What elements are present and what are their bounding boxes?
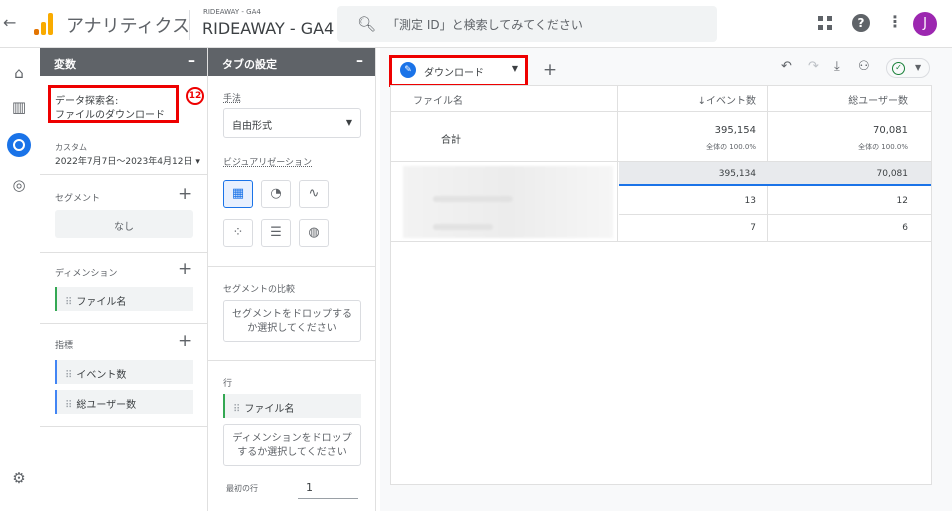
reports-icon[interactable]: ▥ [10,98,28,116]
dimension-chip-file-name[interactable]: ファイル名 [55,287,193,311]
variables-header: 変数 – [40,48,207,76]
settings-gear-icon[interactable]: ⚙ [10,469,28,487]
home-icon[interactable]: ⌂ [10,64,28,82]
segment-compare-label: セグメントの比較 [223,285,296,295]
date-type-label: カスタム [55,143,87,152]
table-row-cell: 6 [902,223,908,233]
dimensions-label: ディメンション [55,269,118,279]
collapse-tab-settings-button[interactable]: – [356,53,363,69]
caret-down-icon: ▾ [195,157,200,167]
technique-value: 自由形式 [232,121,272,132]
rows-label: 行 [223,379,233,389]
viz-scatter-icon[interactable]: ⁘ [223,219,253,247]
divider [208,266,376,267]
segments-empty: なし [55,210,193,238]
technique-select[interactable]: 自由形式 ▼ [223,108,361,138]
table-row-cell: 7 [750,223,756,233]
date-range-picker[interactable]: 2022年7月7日～2023年4月12日 ▾ [55,154,200,167]
download-icon[interactable]: ⤓ [834,59,840,74]
column-header-file-name[interactable]: ファイル名 [413,92,463,107]
divider [619,214,931,215]
table-row-cell: 395,134 [718,169,756,179]
divider [298,498,358,499]
total-events: 395,154 [714,125,756,136]
avatar[interactable]: J [913,12,937,36]
divider [617,86,618,242]
viz-table-icon[interactable]: ▦ [223,180,253,208]
variables-title: 変数 [54,58,76,71]
check-circle-icon: ✓ [892,62,905,75]
add-metric-button[interactable]: + [178,331,192,351]
visualization-label: ビジュアリゼーション [223,158,313,168]
divider [40,323,208,324]
advertising-icon[interactable]: ◎ [10,176,28,194]
redo-icon[interactable]: ↷ [808,59,819,74]
divider [40,174,208,175]
viz-line-icon[interactable]: ∿ [299,180,329,208]
highlight-exploration-name [48,85,179,123]
status-check-dropdown[interactable]: ✓ ▼ [886,58,930,78]
segments-label: セグメント [55,194,101,204]
total-users: 70,081 [873,125,908,136]
total-events-pct: 全体の 100.0% [706,143,756,151]
back-arrow-icon[interactable]: ← [3,13,16,32]
divider [40,252,208,253]
metric-chip-event-count[interactable]: イベント数 [55,360,193,384]
tab-settings-title: タブの設定 [222,58,277,71]
property-name[interactable]: RIDEAWAY - GA4 [202,19,334,38]
undo-icon[interactable]: ↶ [781,59,792,74]
add-dimension-button[interactable]: + [178,259,192,279]
explore-icon[interactable] [7,133,31,157]
caret-down-icon: ▼ [915,63,922,72]
total-users-pct: 全体の 100.0% [858,143,908,151]
share-user-icon[interactable]: ⚇ [858,59,870,74]
divider [189,10,190,40]
first-row-label: 最初の行 [226,484,258,493]
top-bar: ← アナリティクス RIDEAWAY - GA4 RIDEAWAY - GA4 … [0,0,952,48]
metrics-label: 指標 [55,341,74,351]
total-label: 合計 [441,135,461,146]
help-icon[interactable]: ? [852,14,870,32]
viz-donut-icon[interactable]: ◔ [261,180,291,208]
table-row-cell: 12 [896,196,908,206]
collapse-variables-button[interactable]: – [188,53,195,69]
add-tab-button[interactable]: + [536,58,564,84]
dimension-drop-zone[interactable]: ディメンションをドロップするか選択してください [223,424,361,466]
row-chip-file-name[interactable]: ファイル名 [223,394,361,418]
column-header-event-count[interactable]: ↓イベント数 [690,92,756,107]
step-badge: 12 [186,87,204,105]
divider [391,111,931,112]
left-nav: ⌂ ▥ ◎ ⚙ [0,48,40,511]
search-input[interactable]: 「測定 ID」と検索してみてください [387,16,583,33]
add-segment-button[interactable]: + [178,184,192,204]
viz-geo-icon[interactable]: ◍ [299,219,329,247]
viz-bar-icon[interactable]: ☰ [261,219,291,247]
caret-down-icon: ▼ [345,118,352,127]
date-range-text: 2022年7月7日～2023年4月12日 [55,157,193,167]
apps-grid-icon[interactable] [818,16,834,32]
table-row-cell: 13 [744,196,756,206]
column-header-total-users[interactable]: 総ユーザー数 [820,92,908,107]
search-icon: 🔍︎ [357,15,377,33]
segment-drop-zone[interactable]: セグメントをドロップするか選択してください [223,300,361,342]
more-vert-icon[interactable]: ⋮ [887,12,903,31]
divider [208,360,376,361]
highlight-tab [389,55,528,87]
app-title: アナリティクス [66,16,191,37]
tab-settings-header: タブの設定 – [208,48,375,76]
blurred-file-names [403,166,613,238]
divider [391,241,931,242]
divider [40,426,208,427]
account-name[interactable]: RIDEAWAY - GA4 [203,8,261,16]
table-row-cell: 70,081 [876,169,909,179]
search-bar[interactable]: 🔍︎ 「測定 ID」と検索してみてください [337,6,717,42]
technique-label: 手法 [223,94,242,104]
first-row-input[interactable]: 1 [306,481,313,494]
metric-chip-total-users[interactable]: 総ユーザー数 [55,390,193,414]
analytics-logo-icon [34,13,54,35]
